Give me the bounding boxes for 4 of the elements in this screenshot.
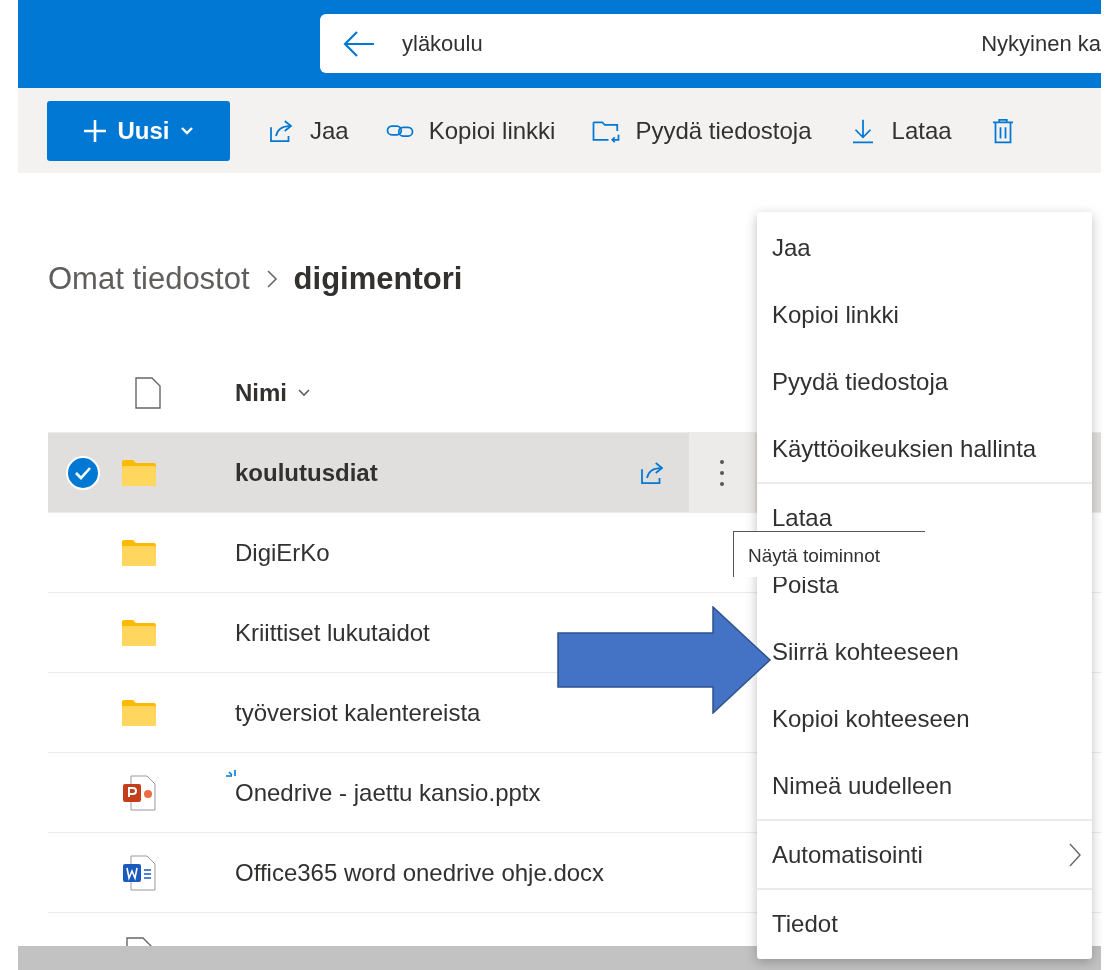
tooltip: Näytä toiminnot: [733, 531, 925, 577]
search-scope: Nykyinen ka: [981, 30, 1101, 58]
breadcrumb-item: digimentori: [293, 259, 463, 298]
search-text: yläkoulu: [402, 30, 483, 58]
